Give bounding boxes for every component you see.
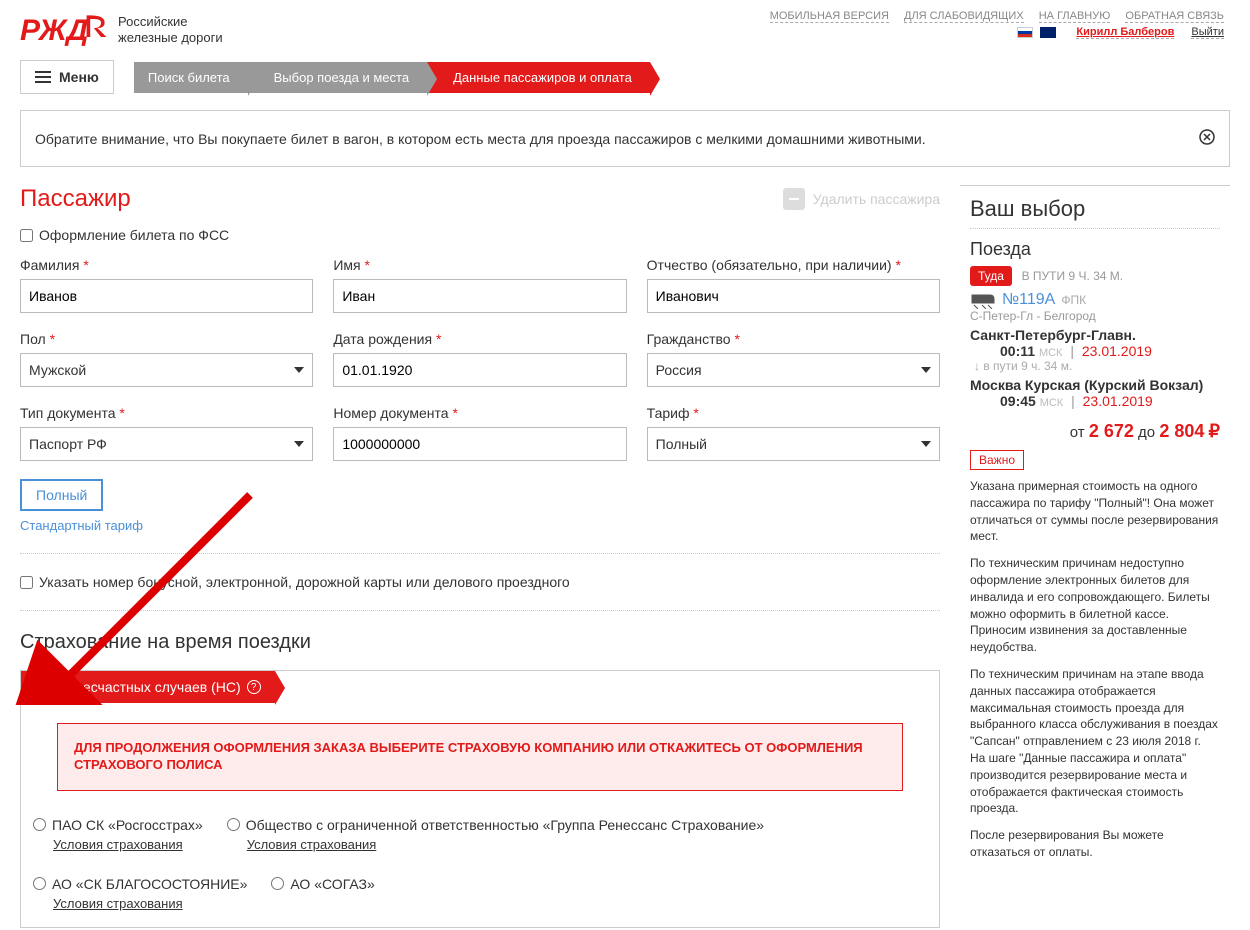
gender-select[interactable]: Мужской	[20, 353, 313, 387]
notice-bar: Обратите внимание, что Вы покупаете биле…	[20, 110, 1230, 167]
sidebar-subtitle: Поезда	[970, 239, 1220, 260]
notice-close-icon[interactable]	[1199, 129, 1215, 148]
label-citizenship: Гражданство *	[647, 331, 940, 347]
link-mobile[interactable]: МОБИЛЬНАЯ ВЕРСИЯ	[770, 10, 889, 23]
departure-date: 23.01.2019	[1082, 343, 1152, 359]
ins-radio-rosgosstrakh[interactable]	[33, 818, 46, 831]
insurance-ribbon-label: От несчастных случаев (НС)	[54, 679, 241, 695]
ins-label: АО «СК БЛАГОСОСТОЯНИЕ»	[52, 876, 247, 892]
company-name: Российские железные дороги	[118, 14, 223, 45]
bc-step-train[interactable]: Выбор поезда и места	[248, 62, 427, 93]
flag-en-icon[interactable]	[1040, 27, 1056, 38]
ins-conditions-link[interactable]: Условия страхования	[33, 837, 203, 852]
route-summary: С-Петер-Гл - Белгород	[970, 309, 1220, 323]
ins-conditions-link[interactable]: Условия страхования	[227, 837, 764, 852]
logout-link[interactable]: Выйти	[1191, 26, 1224, 39]
label-doc-number: Номер документа *	[333, 405, 626, 421]
sidebar-notices: Указана примерная стоимость на одного па…	[970, 478, 1220, 861]
ins-label: Общество с ограниченной ответственностью…	[246, 817, 764, 833]
arrival-time: 09:45	[1000, 393, 1036, 409]
bonus-label: Указать номер бонусной, электронной, дор…	[39, 574, 570, 590]
bc-step-passengers[interactable]: Данные пассажиров и оплата	[427, 62, 650, 93]
tariff-chip[interactable]: Полный	[20, 479, 103, 511]
chevron-down-icon	[921, 367, 931, 373]
page-title: Пассажир	[20, 185, 131, 213]
link-accessibility[interactable]: ДЛЯ СЛАБОВИДЯЩИХ	[904, 10, 1024, 23]
help-icon[interactable]: ?	[247, 680, 261, 694]
important-badge: Важно	[970, 450, 1024, 470]
train-company: ФПК	[1061, 293, 1086, 307]
travel-time-top: В ПУТИ 9 Ч. 34 М.	[1022, 269, 1124, 283]
label-patronymic: Отчество (обязательно, при наличии) *	[647, 257, 940, 273]
tariff-select[interactable]: Полный	[647, 427, 940, 461]
bc-step-search[interactable]: Поиск билета	[134, 62, 248, 93]
insurance-box: От несчастных случаев (НС) ? ДЛЯ ПРОДОЛЖ…	[20, 670, 940, 928]
label-doc-type: Тип документа *	[20, 405, 313, 421]
chevron-down-icon	[294, 367, 304, 373]
label-gender: Пол *	[20, 331, 313, 347]
patronymic-input[interactable]	[647, 279, 940, 313]
flag-ru-icon[interactable]	[1017, 27, 1033, 38]
ins-radio-sogaz[interactable]	[271, 877, 284, 890]
dob-input[interactable]	[333, 353, 626, 387]
chevron-down-icon	[921, 441, 931, 447]
bonus-checkbox[interactable]	[20, 576, 33, 589]
ins-conditions-link[interactable]: Условия страхования	[33, 896, 247, 911]
link-feedback[interactable]: ОБРАТНАЯ СВЯЗЬ	[1125, 10, 1224, 23]
price-range: от 2 672 до 2 804 ₽	[970, 421, 1220, 442]
name-input[interactable]	[333, 279, 626, 313]
arrival-station: Москва Курская (Курский Вокзал)	[970, 377, 1220, 393]
menu-button[interactable]: Меню	[20, 60, 114, 94]
breadcrumb: Поиск билета Выбор поезда и места Данные…	[134, 62, 650, 93]
chevron-down-icon	[294, 441, 304, 447]
citizenship-select[interactable]: Россия	[647, 353, 940, 387]
insurance-warning: ДЛЯ ПРОДОЛЖЕНИЯ ОФОРМЛЕНИЯ ЗАКАЗА ВЫБЕРИ…	[57, 723, 903, 791]
ins-label: ПАО СК «Росгосстрах»	[52, 817, 203, 833]
train-number[interactable]: №119А	[1002, 291, 1055, 309]
label-name: Имя *	[333, 257, 626, 273]
insurance-accident-checkbox[interactable]	[35, 681, 48, 694]
direction-badge: Туда	[970, 266, 1012, 286]
arrival-date: 23.01.2019	[1083, 393, 1153, 409]
link-home[interactable]: НА ГЛАВНУЮ	[1039, 10, 1111, 23]
train-icon	[970, 291, 996, 309]
label-surname: Фамилия *	[20, 257, 313, 273]
menu-label: Меню	[59, 69, 99, 85]
burger-icon	[35, 71, 51, 83]
fss-label: Оформление билета по ФСС	[39, 227, 229, 243]
departure-station: Санкт-Петербург-Главн.	[970, 327, 1220, 343]
insurance-ribbon[interactable]: От несчастных случаев (НС) ?	[21, 671, 275, 703]
label-dob: Дата рождения *	[333, 331, 626, 347]
tariff-note: Стандартный тариф	[20, 518, 143, 533]
departure-time: 00:11	[1000, 343, 1035, 359]
label-tariff: Тариф *	[647, 405, 940, 421]
minus-icon	[783, 188, 805, 210]
doc-type-select[interactable]: Паспорт РФ	[20, 427, 313, 461]
insurance-title: Страхование на время поездки	[20, 631, 940, 654]
top-links: МОБИЛЬНАЯ ВЕРСИЯ ДЛЯ СЛАБОВИДЯЩИХ НА ГЛА…	[764, 10, 1230, 38]
surname-input[interactable]	[20, 279, 313, 313]
fss-checkbox[interactable]	[20, 229, 33, 242]
doc-number-input[interactable]	[333, 427, 626, 461]
travel-duration: в пути 9 ч. 34 м.	[983, 359, 1072, 373]
rzd-logo: РЖД	[20, 10, 108, 50]
sidebar-title: Ваш выбор	[970, 196, 1220, 229]
ins-label: АО «СОГАЗ»	[290, 876, 374, 892]
ins-radio-blagosostoyanie[interactable]	[33, 877, 46, 890]
user-name-link[interactable]: Кирилл Балберов	[1076, 26, 1174, 39]
svg-text:РЖД: РЖД	[20, 14, 88, 47]
notice-text: Обратите внимание, что Вы покупаете биле…	[35, 131, 926, 147]
ins-radio-renaissance[interactable]	[227, 818, 240, 831]
delete-passenger-button[interactable]: Удалить пассажира	[783, 188, 940, 210]
